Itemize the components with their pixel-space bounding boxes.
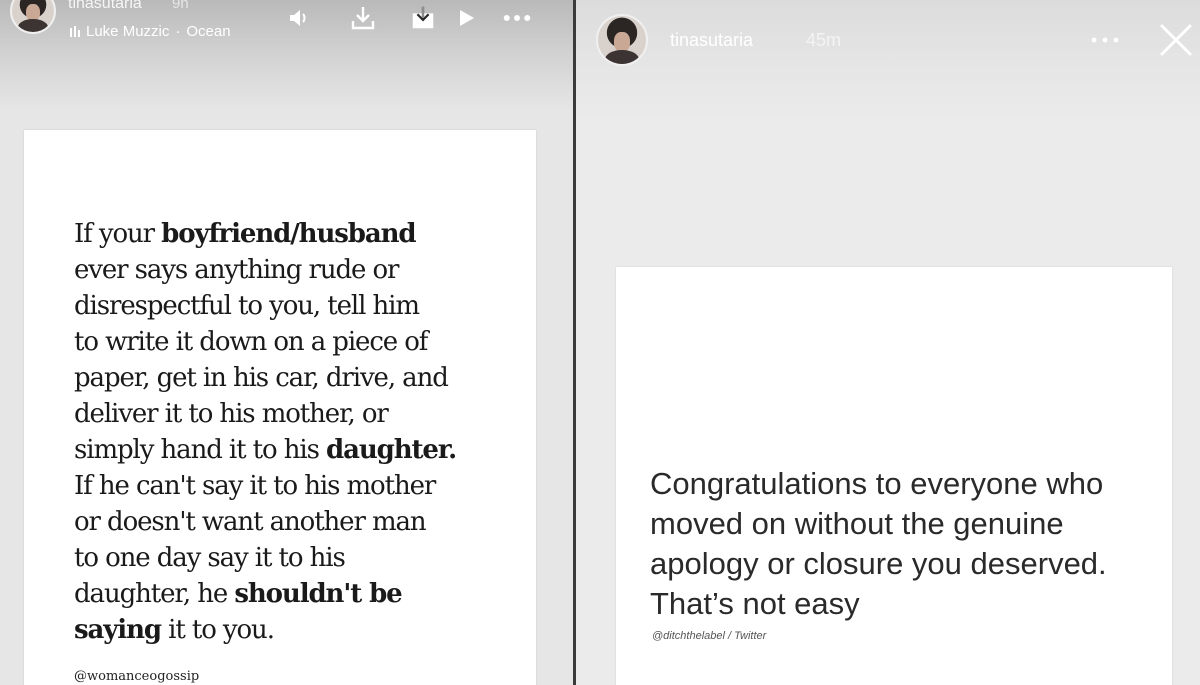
quote-credit: @ditchthelabel / Twitter bbox=[652, 630, 767, 642]
quote-segment: paper, get in his car, drive, and bbox=[74, 363, 449, 393]
right-story-panel: tinasutaria 45m Congratulations to every… bbox=[576, 0, 1200, 685]
left-story-panel: tinasutaria 9h Luke Muzzic · Ocean If yo… bbox=[0, 0, 573, 685]
music-track: Ocean bbox=[186, 23, 231, 40]
story-header: tinasutaria 45m bbox=[576, 0, 1200, 120]
quote-segment: to one day say it to his bbox=[74, 543, 346, 573]
quote-segment: daughter, he bbox=[74, 579, 235, 609]
quote-bold-segment: saying bbox=[74, 615, 162, 645]
music-bars-icon bbox=[70, 26, 80, 37]
more-icon[interactable] bbox=[1091, 26, 1119, 54]
username[interactable]: tinasutaria bbox=[68, 0, 142, 13]
avatar[interactable] bbox=[10, 0, 56, 34]
volume-icon[interactable] bbox=[285, 4, 313, 32]
story-header: tinasutaria 9h Luke Muzzic · Ocean bbox=[0, 0, 573, 110]
quote-line: to write it down on a piece of bbox=[74, 324, 494, 360]
time-ago: 45m bbox=[806, 30, 842, 50]
quote-bold-segment: daughter. bbox=[326, 435, 457, 465]
quote-bold-segment: shouldn't be bbox=[234, 579, 402, 609]
quote-segment: disrespectful to you, tell him bbox=[74, 291, 420, 321]
quote-segment: to write it down on a piece of bbox=[74, 327, 428, 357]
quote-line: ever says anything rude or bbox=[74, 252, 494, 288]
quote-bold-segment: boyfriend/husband bbox=[161, 219, 416, 249]
quote-segment: simply hand it to his bbox=[74, 435, 326, 465]
quote-card: Congratulations to everyone who moved on … bbox=[616, 267, 1172, 685]
close-icon[interactable] bbox=[1158, 22, 1194, 58]
music-label[interactable]: Luke Muzzic · Ocean bbox=[70, 23, 231, 40]
quote-segment: it to you. bbox=[160, 615, 275, 645]
quote-line: saying it to you. bbox=[74, 612, 494, 648]
quote-line: daughter, he shouldn't be bbox=[74, 576, 494, 612]
avatar[interactable] bbox=[596, 14, 648, 66]
download-icon[interactable] bbox=[349, 4, 377, 32]
quote-credit: @womanceogossip bbox=[74, 669, 200, 684]
quote-card: If your boyfriend/husband ever says anyth… bbox=[24, 130, 536, 685]
time-ago: 9h bbox=[172, 0, 189, 12]
quote-line: to one day say it to his bbox=[74, 540, 494, 576]
music-artist: Luke Muzzic bbox=[86, 23, 170, 40]
quote-line: or doesn't want another man bbox=[74, 504, 494, 540]
quote-line: disrespectful to you, tell him bbox=[74, 288, 494, 324]
username[interactable]: tinasutaria bbox=[670, 30, 753, 51]
play-icon[interactable] bbox=[452, 4, 480, 32]
quote-line: If he can't say it to his mother bbox=[74, 468, 494, 504]
quote-segment: deliver it to his mother, or bbox=[74, 399, 389, 429]
quote-line: simply hand it to his daughter. bbox=[74, 432, 494, 468]
quote-line: Congratulations to everyone who bbox=[650, 466, 1104, 501]
quote-line: deliver it to his mother, or bbox=[74, 396, 494, 432]
more-icon[interactable] bbox=[503, 4, 531, 32]
quote-line: moved on without the genuine bbox=[650, 506, 1064, 541]
quote-line: If your boyfriend/husband bbox=[74, 216, 494, 252]
quote-segment: If your bbox=[74, 219, 162, 249]
quote-text: If your boyfriend/husband ever says anyth… bbox=[74, 216, 494, 648]
music-separator: · bbox=[175, 23, 181, 40]
quote-text: Congratulations to everyone who moved on … bbox=[650, 464, 1160, 624]
quote-segment: ever says anything rude or bbox=[74, 255, 399, 285]
quote-line: apology or closure you deserved. bbox=[650, 546, 1107, 581]
quote-segment: If he can't say it to his mother bbox=[74, 471, 436, 501]
quote-line: paper, get in his car, drive, and bbox=[74, 360, 494, 396]
quote-segment: or doesn't want another man bbox=[74, 507, 427, 537]
quote-line: That’s not easy bbox=[650, 586, 860, 621]
save-collection-icon[interactable] bbox=[409, 4, 437, 32]
